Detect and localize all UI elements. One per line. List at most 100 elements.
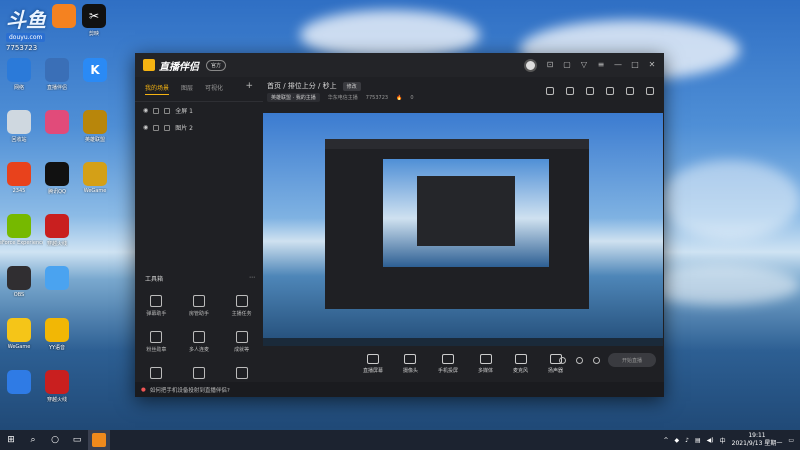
live-preview[interactable] xyxy=(263,113,663,346)
tip-bar[interactable]: ● 如何把手机设备投射到直播伴侣? xyxy=(135,382,664,397)
scene-item[interactable]: ◉ 图片 2 xyxy=(135,119,263,136)
share-link-icon[interactable] xyxy=(646,87,654,95)
control-label: 直播屏幕 xyxy=(362,368,383,374)
control-icon xyxy=(366,354,379,364)
tool-label: 房管助手 xyxy=(188,311,209,317)
screen-icon xyxy=(164,107,171,114)
lock-icon[interactable] xyxy=(153,124,160,131)
desktop-icon[interactable]: 英雄联盟 xyxy=(71,110,119,143)
desktop-icon[interactable]: K xyxy=(71,58,119,84)
desktop-icon-label: OBS xyxy=(13,292,25,298)
add-scene-icon[interactable]: + xyxy=(245,82,253,95)
version-badge[interactable]: 官方 xyxy=(206,59,227,71)
taskbar: ⊞ ⌕ ○ ▭ ^ ◆ ♪ ▤ ◀) 中 19:11 2021/9/13 星期一… xyxy=(0,430,800,450)
bell-icon[interactable] xyxy=(626,87,634,95)
source-control[interactable]: 直播屏幕 xyxy=(363,354,383,374)
source-controls: 直播屏幕 摄像头 手机投屏 多媒体 麦克风 扬声器 xyxy=(263,347,663,381)
shield-icon[interactable]: ◆ xyxy=(675,437,680,444)
tab-scenes[interactable]: 我的场景 xyxy=(145,83,170,95)
control-icon xyxy=(404,354,417,364)
watermark-sub: douyu.com xyxy=(6,33,46,42)
up-arrow-icon[interactable]: ^ xyxy=(663,437,668,444)
tool-icon xyxy=(150,367,163,379)
tool-item[interactable]: 弹幕助手 xyxy=(135,295,178,317)
desktop-icon[interactable]: YY语音 xyxy=(33,318,81,351)
shirt-icon[interactable]: ▽ xyxy=(580,61,588,69)
user-avatar[interactable] xyxy=(524,58,537,72)
tool-item[interactable]: 粉丝勋章 xyxy=(135,331,178,353)
lock-icon[interactable] xyxy=(153,107,160,114)
tool-icon xyxy=(235,331,248,343)
clock-date: 2021/9/13 星期一 xyxy=(731,440,783,447)
tool-item[interactable]: 成就等 xyxy=(220,331,263,353)
minimize-icon[interactable]: — xyxy=(614,61,622,69)
tool-label: 粉丝勋章 xyxy=(146,347,167,353)
preview-panel: 首页 / 排位上分 / 秒上 修改 英雄联盟 · 我的主播 华东电信主播 775… xyxy=(263,77,664,397)
tab-visual[interactable]: 可视化 xyxy=(205,83,223,95)
start-live-button[interactable]: 开始直播 xyxy=(608,353,656,367)
task-view-icon[interactable]: ▭ xyxy=(66,430,88,450)
ime-icon[interactable]: 中 xyxy=(720,436,726,445)
tool-icon xyxy=(192,331,205,343)
cloud xyxy=(640,265,800,305)
source-control[interactable]: 手机投屏 xyxy=(438,354,458,374)
scene-label: 图片 2 xyxy=(175,125,193,132)
source-control[interactable]: 多媒体 xyxy=(478,354,493,374)
desktop-icon[interactable] xyxy=(33,266,81,292)
network-icon[interactable]: ▤ xyxy=(695,437,701,444)
video-icon[interactable] xyxy=(559,357,566,364)
lock-icon[interactable] xyxy=(566,87,574,95)
app-icon xyxy=(83,162,107,186)
desktop-icon-label: 回收站 xyxy=(11,137,27,143)
clock-icon[interactable] xyxy=(576,357,583,364)
app-icon xyxy=(83,110,107,134)
record-icon[interactable] xyxy=(606,87,614,95)
search-icon[interactable]: ⌕ xyxy=(22,430,44,450)
desktop-icon[interactable]: 穿越火线 xyxy=(33,370,81,403)
layout-icon[interactable] xyxy=(546,87,554,95)
settings-icon[interactable] xyxy=(593,357,600,364)
tool-label: 弹幕助手 xyxy=(146,311,167,317)
desktop-icon[interactable]: WeGame xyxy=(71,162,119,194)
tool-icon xyxy=(235,367,248,379)
app-title: 直播伴侣 xyxy=(159,61,199,73)
taskbar-app-icon[interactable] xyxy=(88,430,110,450)
message-icon[interactable]: ▢ xyxy=(563,61,571,69)
cortana-icon[interactable]: ○ xyxy=(44,430,66,450)
maximize-icon[interactable]: □ xyxy=(631,61,639,69)
menu-icon[interactable]: ≡ xyxy=(597,61,605,69)
tool-label: 主播任务 xyxy=(231,311,252,317)
tool-item[interactable]: 房管助手 xyxy=(178,295,221,317)
tools-grid: 弹幕助手房管助手主播任务粉丝勋章多人连麦成就等礼物设置弹幕库数据助手 xyxy=(135,295,263,389)
scene-label: 全屏 1 xyxy=(175,108,193,115)
scene-item[interactable]: ◉ 全屏 1 xyxy=(135,102,263,119)
control-label: 扬声器 xyxy=(548,368,564,374)
volume-icon[interactable]: ◀) xyxy=(707,437,714,444)
control-label: 麦克风 xyxy=(513,368,529,374)
eye-icon[interactable]: ◉ xyxy=(143,124,148,131)
edit-button[interactable]: 修改 xyxy=(342,81,361,91)
close-icon[interactable]: ✕ xyxy=(648,61,656,69)
more-icon[interactable]: ⋯ xyxy=(249,274,255,283)
tool-item[interactable]: 多人连麦 xyxy=(178,331,221,353)
mic-icon[interactable]: ♪ xyxy=(685,437,689,444)
tab-layers[interactable]: 图层 xyxy=(181,83,193,95)
desktop-icon[interactable]: 穿越火线 xyxy=(33,214,81,247)
image-icon xyxy=(164,124,171,131)
notification-icon[interactable]: ▭ xyxy=(788,437,794,444)
clock[interactable]: 19:11 2021/9/13 星期一 xyxy=(732,432,783,448)
source-control[interactable]: 麦克风 xyxy=(513,354,528,374)
gift-icon[interactable]: ⊡ xyxy=(546,61,554,69)
eye-icon[interactable]: ◉ xyxy=(143,107,148,114)
share-icon[interactable] xyxy=(586,87,594,95)
tool-item[interactable]: 主播任务 xyxy=(220,295,263,317)
source-control[interactable]: 摄像头 xyxy=(403,354,418,374)
desktop-icon[interactable]: ✂ 剪映 xyxy=(70,4,118,37)
start-icon[interactable]: ⊞ xyxy=(0,430,22,450)
control-label: 多媒体 xyxy=(478,368,494,374)
room-server: 华东电信主播 xyxy=(327,95,358,101)
control-label: 摄像头 xyxy=(402,368,418,374)
app-icon xyxy=(7,58,31,82)
category-pill[interactable]: 英雄联盟 · 我的主播 xyxy=(267,93,320,102)
app-icon xyxy=(7,214,31,238)
